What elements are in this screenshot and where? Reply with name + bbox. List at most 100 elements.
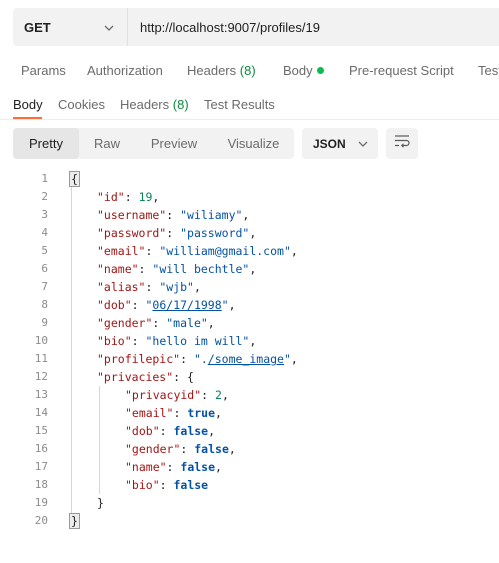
tab-authorization[interactable]: Authorization — [87, 63, 163, 78]
code-text: "privacies": { — [97, 368, 194, 386]
line-number: 2 — [41, 190, 48, 203]
tab-response-headers[interactable]: Headers (8) — [120, 97, 189, 112]
tab-pre-request-script[interactable]: Pre-request Script — [349, 63, 454, 78]
format-label: JSON — [313, 136, 346, 151]
code-text: "gender": false, — [125, 440, 236, 458]
code-text: "email": true, — [125, 404, 222, 422]
code-token: "william@gmail.com" — [159, 244, 291, 258]
tab-response-body[interactable]: Body — [13, 97, 43, 112]
code-token: false — [173, 424, 209, 438]
code-text: "alias": "wjb", — [97, 278, 201, 296]
code-line: 16 "gender": false, — [0, 440, 499, 458]
code-token: , — [290, 352, 298, 366]
code-line: 15 "dob": false, — [0, 422, 499, 440]
chevron-down-icon — [103, 21, 115, 33]
tab-label: Params — [21, 63, 66, 78]
view-visualize-button[interactable]: Visualize — [213, 128, 294, 159]
code-line: 12 "privacies": { — [0, 368, 499, 386]
tab-tests[interactable]: Test — [478, 63, 499, 78]
code-token: , — [249, 262, 257, 276]
code-text: "dob": "06/17/1998", — [97, 296, 236, 314]
code-token: "alias" — [97, 280, 146, 294]
code-token: : — [131, 298, 146, 312]
tab-label: Body — [283, 63, 313, 78]
code-line: 19} — [0, 494, 499, 512]
tab-label: Pre-request Script — [349, 63, 454, 78]
view-pretty-button[interactable]: Pretty — [13, 128, 79, 159]
code-line: 17 "name": false, — [0, 458, 499, 476]
code-text: "username": "wiliamy", — [97, 206, 249, 224]
code-token: "name" — [97, 262, 139, 276]
line-number: 11 — [34, 352, 48, 365]
code-token: , — [221, 388, 229, 402]
code-token: : — [159, 478, 174, 492]
code-token: "email" — [125, 406, 174, 420]
code-token: , — [290, 244, 298, 258]
code-token: "dob" — [125, 424, 160, 438]
line-number: 3 — [41, 208, 48, 221]
code-token: "hello im will" — [145, 334, 250, 348]
link-text[interactable]: /some_image — [208, 352, 284, 366]
line-number: 14 — [34, 406, 48, 419]
fold-bracket[interactable]: { — [69, 171, 80, 187]
status-dot-icon — [316, 67, 324, 74]
code-token: , — [228, 298, 236, 312]
tab-params[interactable]: Params — [21, 63, 66, 78]
tab-count: (8) — [172, 97, 189, 112]
code-text: { — [69, 170, 80, 188]
tab-headers[interactable]: Headers (8) — [187, 63, 256, 78]
line-number: 17 — [34, 460, 48, 473]
code-token: "gender" — [97, 316, 153, 330]
wrap-lines-button[interactable] — [386, 128, 418, 159]
line-number: 13 — [34, 388, 48, 401]
code-line: 11 "profilepic": "./some_image", — [0, 350, 499, 368]
code-token: , — [193, 280, 201, 294]
code-token: 2 — [215, 388, 222, 402]
code-line: 4 "password": "password", — [0, 224, 499, 242]
code-token: " — [283, 352, 291, 366]
code-token: : — [166, 226, 181, 240]
line-number: 7 — [41, 280, 48, 293]
active-tab-underline — [13, 117, 42, 119]
code-token: ". — [193, 352, 208, 366]
request-tabs: Params Authorization Headers (8) Body Pr… — [0, 56, 499, 86]
code-token: "email" — [97, 244, 146, 258]
view-preview-button[interactable]: Preview — [135, 128, 213, 159]
code-line: 2 "id": 19, — [0, 188, 499, 206]
code-line: 10 "bio": "hello im will", — [0, 332, 499, 350]
code-text: "name": false, — [125, 458, 222, 476]
code-token: : — [173, 406, 188, 420]
tab-label: Body — [13, 97, 43, 112]
link-text[interactable]: 06/17/1998 — [152, 298, 221, 312]
method-select[interactable]: GET — [13, 8, 128, 46]
tab-cookies[interactable]: Cookies — [58, 97, 105, 112]
tab-test-results[interactable]: Test Results — [204, 97, 275, 112]
request-bar: GET http://localhost:9007/profiles/19 — [13, 8, 499, 46]
code-text: "name": "will bechtle", — [97, 260, 256, 278]
code-token: } — [97, 496, 104, 510]
line-number: 10 — [34, 334, 48, 347]
code-text: "id": 19, — [97, 188, 159, 206]
code-token: : — [166, 460, 181, 474]
code-text: } — [97, 494, 104, 512]
code-token: "wjb" — [159, 280, 194, 294]
code-token: 19 — [138, 190, 153, 204]
code-text: } — [69, 512, 80, 530]
view-raw-button[interactable]: Raw — [79, 128, 135, 159]
code-token: : — [166, 208, 181, 222]
code-token: , — [249, 334, 257, 348]
line-number: 15 — [34, 424, 48, 437]
line-number: 8 — [41, 298, 48, 311]
line-number: 18 — [34, 478, 48, 491]
view-mode-group: Pretty Raw Preview Visualize — [13, 128, 294, 159]
tab-body[interactable]: Body — [283, 63, 324, 78]
code-token: "will bechtle" — [152, 262, 250, 276]
format-select[interactable]: JSON — [302, 128, 378, 159]
chevron-down-icon — [357, 138, 369, 150]
tab-count: (8) — [239, 63, 256, 78]
fold-bracket[interactable]: } — [69, 513, 80, 529]
code-token: : — [152, 316, 167, 330]
code-token: , — [208, 424, 216, 438]
url-input[interactable]: http://localhost:9007/profiles/19 — [128, 20, 320, 35]
line-number: 5 — [41, 244, 48, 257]
